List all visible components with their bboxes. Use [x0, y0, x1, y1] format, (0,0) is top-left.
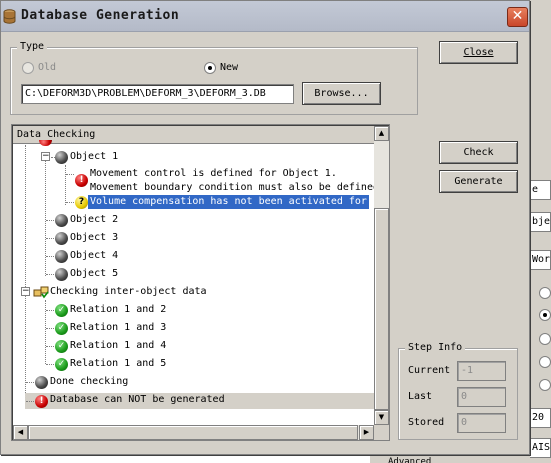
- radio-new-label: New: [220, 62, 239, 73]
- database-path-field[interactable]: C:\DEFORM3D\PROBLEM\DEFORM_3\DEFORM_3.DB: [21, 84, 294, 104]
- tree-node-object-5[interactable]: Object 5: [70, 267, 118, 281]
- data-checking-tree[interactable]: Data Checking − Object 1 ! Movement cont…: [11, 124, 390, 441]
- tree-line: [46, 220, 54, 221]
- background-field: bjec: [528, 212, 551, 232]
- radio-old-label: Old: [38, 62, 57, 73]
- object-sphere-icon: [55, 268, 68, 281]
- collapse-toggle[interactable]: −: [41, 152, 50, 161]
- scroll-corner: [374, 425, 389, 440]
- error-icon: !: [75, 174, 88, 187]
- background-field: Wor: [528, 250, 551, 270]
- background-radio: [539, 287, 551, 299]
- tree-line: [46, 256, 54, 257]
- tree-node-relation[interactable]: Relation 1 and 3: [70, 321, 166, 335]
- stored-label: Stored: [408, 417, 445, 428]
- tree-line: [26, 401, 34, 402]
- check-button[interactable]: Check: [439, 141, 518, 164]
- last-label: Last: [408, 391, 433, 402]
- checkmark-icon: ✓: [55, 358, 68, 371]
- background-field: AIS: [528, 438, 551, 458]
- object-sphere-icon: [55, 232, 68, 245]
- tree-line: [46, 346, 54, 347]
- tree-node-done[interactable]: Done checking: [50, 375, 128, 389]
- warning-question-icon: ?: [75, 196, 88, 209]
- tree-node-inter-object[interactable]: Checking inter-object data: [50, 285, 207, 299]
- tree-node-message[interactable]: Movement boundary condition must also be…: [90, 181, 379, 195]
- tree-node-relation[interactable]: Relation 1 and 2: [70, 303, 166, 317]
- stored-step-field: 0: [457, 413, 506, 433]
- tree-node-relation[interactable]: Relation 1 and 5: [70, 357, 166, 371]
- tree-line: [46, 310, 54, 311]
- tree-node-object-3[interactable]: Object 3: [70, 231, 118, 245]
- tree-node-message[interactable]: Movement control is defined for Object 1…: [90, 167, 337, 181]
- checkmark-icon: ✓: [55, 322, 68, 335]
- tree-node-object-2[interactable]: Object 2: [70, 213, 118, 227]
- background-radio: [539, 333, 551, 345]
- tree-line: [46, 364, 54, 365]
- checkmark-icon: ✓: [55, 304, 68, 317]
- checkmark-icon: ✓: [55, 340, 68, 353]
- vertical-scroll-thumb[interactable]: [374, 208, 389, 410]
- tree-node-result: Database can NOT be generated: [50, 394, 225, 405]
- object-sphere-icon: [35, 376, 48, 389]
- tree-line: [45, 159, 46, 276]
- tree-line: [66, 174, 74, 175]
- close-button[interactable]: Close: [439, 41, 518, 64]
- current-step-field: -1: [457, 361, 506, 381]
- tree-line: [65, 165, 66, 205]
- close-window-button[interactable]: ✕: [507, 7, 528, 27]
- scroll-right-arrow-icon[interactable]: ▶: [359, 425, 374, 440]
- tree-line: [66, 202, 74, 203]
- background-radio: [539, 356, 551, 368]
- last-step-field: 0: [457, 387, 506, 407]
- database-generation-dialog: Database Generation ✕ Type Old New C:\DE…: [0, 0, 530, 455]
- inter-object-check-icon: [33, 286, 49, 299]
- tree-node-object-1[interactable]: Object 1: [70, 150, 118, 164]
- background-window: e bjec Wor 20 AIS: [528, 0, 551, 463]
- tree-node-message-selected[interactable]: Volume compensation has not been activat…: [88, 195, 369, 209]
- scroll-up-arrow-icon[interactable]: ▲: [374, 126, 389, 141]
- object-sphere-icon: [55, 151, 68, 164]
- radio-old[interactable]: [22, 62, 34, 74]
- tree-node-object-4[interactable]: Object 4: [70, 249, 118, 263]
- title-bar[interactable]: Database Generation ✕: [1, 1, 529, 32]
- step-info-label: Step Info: [405, 342, 466, 353]
- scroll-down-arrow-icon[interactable]: ▼: [374, 410, 389, 425]
- background-advanced-tab: Advanced: [370, 455, 530, 463]
- object-sphere-icon: [55, 214, 68, 227]
- window-title: Database Generation: [21, 8, 180, 23]
- generate-button[interactable]: Generate: [439, 170, 518, 193]
- horizontal-scroll-thumb[interactable]: [28, 425, 358, 440]
- type-group-label: Type: [17, 41, 48, 52]
- vertical-scrollbar[interactable]: ▲ ▼: [374, 126, 389, 425]
- collapse-toggle[interactable]: −: [21, 287, 30, 296]
- object-sphere-icon: [55, 250, 68, 263]
- background-field: 20: [528, 408, 551, 428]
- error-icon: [39, 140, 52, 146]
- scroll-left-arrow-icon[interactable]: ◀: [13, 425, 28, 440]
- database-icon: [3, 9, 16, 24]
- tree-line: [25, 145, 26, 407]
- background-radio: [539, 379, 551, 391]
- tree-line: [46, 238, 54, 239]
- browse-button[interactable]: Browse...: [302, 82, 381, 105]
- background-field: e: [528, 180, 551, 200]
- tree-node-relation[interactable]: Relation 1 and 4: [70, 339, 166, 353]
- horizontal-scrollbar[interactable]: ◀ ▶: [13, 425, 374, 440]
- tree-line: [26, 382, 34, 383]
- tree-line: [46, 274, 54, 275]
- radio-new[interactable]: [204, 62, 216, 74]
- current-label: Current: [408, 365, 451, 376]
- background-radio: [539, 309, 551, 321]
- error-icon: !: [35, 395, 48, 408]
- data-checking-header: Data Checking: [13, 126, 374, 144]
- tree-line: [46, 328, 54, 329]
